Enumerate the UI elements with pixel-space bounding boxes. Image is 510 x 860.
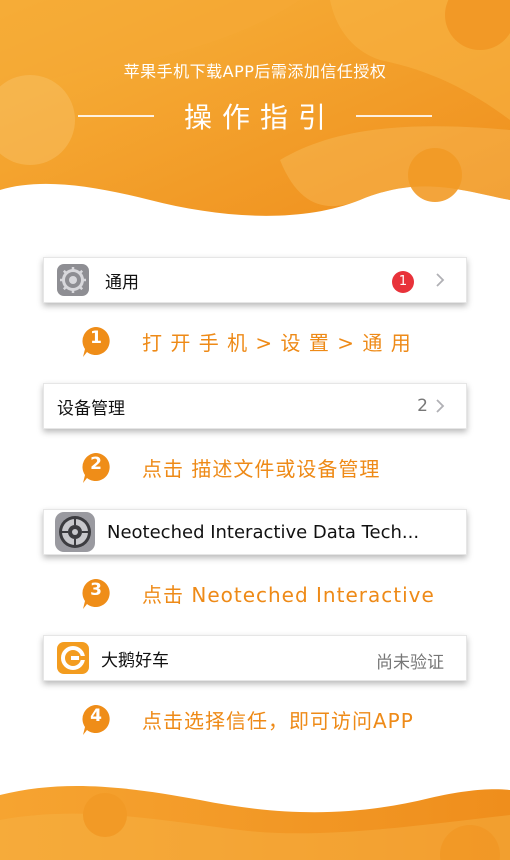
step-2: 2 点击 描述文件或设备管理 xyxy=(80,451,380,483)
profile-label: Neoteched Interactive Data Tech... xyxy=(107,521,420,543)
device-management-count: 2 xyxy=(417,396,428,416)
step-number-3: 3 xyxy=(80,577,112,609)
page-title: 操作指引 xyxy=(183,101,336,134)
app-logo-icon xyxy=(57,642,89,674)
chevron-right-icon xyxy=(436,273,445,287)
chevron-right-icon xyxy=(436,399,445,413)
device-management-row[interactable]: 设备管理 2 xyxy=(43,383,467,429)
step-1: 1 打 开 手 机 > 设 置 > 通 用 xyxy=(80,325,412,357)
title-row: 操作指引 xyxy=(0,96,510,136)
footer-decoration xyxy=(0,760,510,860)
device-management-label: 设备管理 xyxy=(57,398,125,419)
step-3: 3 点击 Neoteched Interactive xyxy=(80,577,435,609)
settings-gear-icon xyxy=(55,512,95,552)
step-4: 4 点击选择信任，即可访问APP xyxy=(80,703,414,735)
footer-background xyxy=(0,785,510,860)
header-banner: 苹果手机下载APP后需添加信任授权 操作指引 xyxy=(0,0,510,230)
step-number-1: 1 xyxy=(80,325,112,357)
gear-icon xyxy=(57,264,89,296)
general-label: 通用 xyxy=(105,272,139,293)
general-settings-row[interactable]: 通用 1 xyxy=(43,257,467,303)
verification-status: 尚未验证 xyxy=(376,653,444,673)
step-number-2: 2 xyxy=(80,451,112,483)
step-2-text: 点击 描述文件或设备管理 xyxy=(142,456,381,481)
profile-row[interactable]: Neoteched Interactive Data Tech... xyxy=(43,509,467,555)
step-number-4: 4 xyxy=(80,703,112,735)
title-divider-right xyxy=(356,115,432,117)
app-label: 大鹅好车 xyxy=(101,650,169,671)
guide-page: 苹果手机下载APP后需添加信任授权 操作指引 通用 1 1 打 开 手 机 > … xyxy=(0,0,510,860)
step-1-text: 打 开 手 机 > 设 置 > 通 用 xyxy=(142,330,412,355)
notification-badge: 1 xyxy=(392,271,414,293)
header-subtitle: 苹果手机下载APP后需添加信任授权 xyxy=(123,62,387,81)
title-divider-left xyxy=(77,115,154,117)
app-row[interactable]: 大鹅好车 尚未验证 xyxy=(43,635,467,681)
step-3-text: 点击 Neoteched Interactive xyxy=(142,582,435,607)
step-4-text: 点击选择信任，即可访问APP xyxy=(142,708,414,733)
